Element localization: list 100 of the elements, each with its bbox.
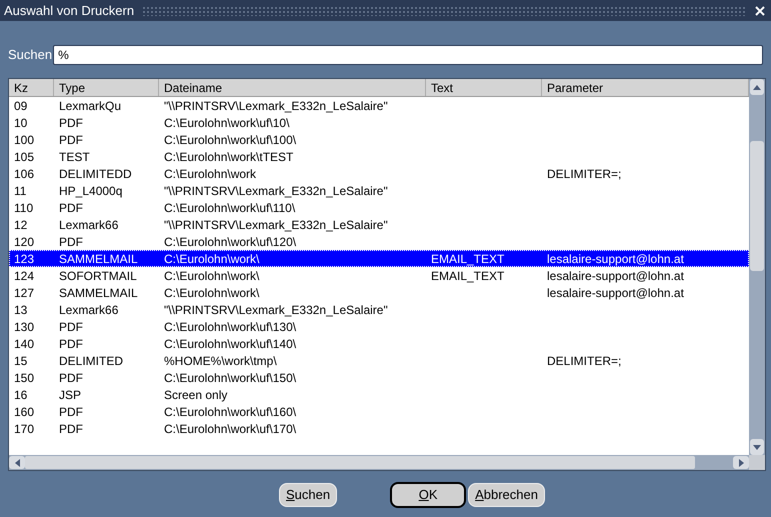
table-cell: EMAIL_TEXT bbox=[431, 252, 504, 266]
table-cell: 100 bbox=[14, 132, 34, 146]
table-cell: C:\Eurolohn\work\tTEST bbox=[164, 150, 294, 164]
table-row[interactable]: 16 JSP Screen only bbox=[9, 386, 749, 403]
table-cell: 10 bbox=[14, 116, 28, 130]
table-cell: DELIMITED bbox=[59, 354, 124, 368]
table-row[interactable]: 130 PDF C:\Eurolohn\work\uf\130\ bbox=[9, 318, 749, 335]
table-cell: lesalaire-support@lohn.at bbox=[547, 268, 684, 282]
close-icon bbox=[755, 6, 765, 16]
table-cell: 170 bbox=[14, 422, 34, 436]
column-header[interactable]: Type bbox=[54, 79, 159, 96]
vertical-scrollbar[interactable] bbox=[749, 79, 765, 455]
table-cell: 120 bbox=[14, 234, 34, 248]
scroll-right-button[interactable] bbox=[733, 456, 749, 469]
table-cell: 124 bbox=[14, 268, 34, 282]
horizontal-scrollbar[interactable] bbox=[9, 455, 749, 470]
table-row[interactable]: 140 PDF C:\Eurolohn\work\uf\140\ bbox=[9, 335, 749, 352]
table-cell: C:\Eurolohn\work\uf\130\ bbox=[164, 320, 296, 334]
table-cell: C:\Eurolohn\work\uf\110\ bbox=[164, 200, 296, 214]
table-row[interactable]: 120 PDF C:\Eurolohn\work\uf\120\ bbox=[9, 233, 749, 250]
table-cell: C:\Eurolohn\work\uf\120\ bbox=[164, 234, 296, 248]
table-cell: 160 bbox=[14, 404, 34, 418]
left-arrow-icon bbox=[14, 458, 20, 466]
table-cell: SAMMELMAIL bbox=[59, 286, 138, 300]
table-cell: C:\Eurolohn\work\uf\160\ bbox=[164, 404, 296, 418]
table-cell: HP_L4000q bbox=[59, 184, 122, 198]
table-row[interactable]: 11 HP_L4000q "\\PRINTSRV\Lexmark_E332n_LeSalaire" bbox=[9, 182, 749, 199]
down-arrow-icon bbox=[753, 444, 761, 450]
table-cell: Screen only bbox=[164, 388, 228, 402]
window-title: Auswahl von Druckern bbox=[4, 2, 134, 20]
table-row[interactable]: 106 DELIMITEDD C:\Eurolohn\work DELIMITER=; bbox=[9, 165, 749, 182]
close-button[interactable] bbox=[753, 4, 767, 18]
table-row[interactable]: 13 Lexmark66 "\\PRINTSRV\Lexmark_E332n_LeSalaire" bbox=[9, 301, 749, 318]
table-cell: DELIMITEDD bbox=[59, 166, 132, 180]
table-row[interactable]: 170 PDF C:\Eurolohn\work\uf\170\ bbox=[9, 420, 749, 437]
table-cell: C:\Eurolohn\work\uf\140\ bbox=[164, 336, 296, 350]
table-cell: SAMMELMAIL bbox=[59, 252, 138, 266]
table-cell: C:\Eurolohn\work\ bbox=[164, 286, 260, 300]
table-cell: 130 bbox=[14, 320, 34, 334]
scroll-down-button[interactable] bbox=[750, 439, 764, 455]
horizontal-scroll-thumb[interactable] bbox=[25, 456, 695, 469]
table-cell: lesalaire-support@lohn.at bbox=[547, 286, 684, 300]
table-cell: %HOME%\work\tmp\ bbox=[164, 354, 277, 368]
table-cell: "\\PRINTSRV\Lexmark_E332n_LeSalaire" bbox=[164, 184, 388, 198]
table-cell: PDF bbox=[59, 234, 83, 248]
table-cell: Lexmark66 bbox=[59, 302, 118, 316]
table-cell: SOFORTMAIL bbox=[59, 268, 137, 282]
table-cell: PDF bbox=[59, 200, 83, 214]
table-row[interactable]: 123 SAMMELMAIL C:\Eurolohn\work\ EMAIL_TEXT lesalaire-support@lohn.at bbox=[9, 250, 749, 267]
table-cell: PDF bbox=[59, 320, 83, 334]
dialog-button[interactable]: Suchen bbox=[279, 483, 338, 507]
table-cell: PDF bbox=[59, 370, 83, 384]
table-cell: PDF bbox=[59, 336, 83, 350]
table-row[interactable]: 110 PDF C:\Eurolohn\work\uf\110\ bbox=[9, 199, 749, 216]
table-cell: DELIMITER=; bbox=[547, 166, 622, 180]
table-row[interactable]: 160 PDF C:\Eurolohn\work\uf\160\ bbox=[9, 403, 749, 420]
table-cell: 13 bbox=[14, 302, 28, 316]
table-cell: 106 bbox=[14, 166, 34, 180]
table-row[interactable]: 100 PDF C:\Eurolohn\work\uf\100\ bbox=[9, 131, 749, 148]
table-cell: C:\Eurolohn\work\uf\10\ bbox=[164, 116, 290, 130]
scroll-left-button[interactable] bbox=[9, 456, 25, 469]
table-row[interactable]: 10 PDF C:\Eurolohn\work\uf\10\ bbox=[9, 114, 749, 131]
table-cell: JSP bbox=[59, 388, 82, 402]
table-row[interactable]: 15 DELIMITED %HOME%\work\tmp\ DELIMITER=; bbox=[9, 352, 749, 369]
search-field[interactable]: % bbox=[53, 45, 763, 65]
table-cell: PDF bbox=[59, 132, 83, 146]
table-cell: LexmarkQu bbox=[59, 98, 122, 112]
column-header[interactable]: Kz bbox=[9, 79, 54, 96]
table-cell: 110 bbox=[14, 200, 34, 214]
table-row[interactable]: 127 SAMMELMAIL C:\Eurolohn\work\ lesalaire-support@lohn.at bbox=[9, 284, 749, 301]
table-cell: C:\Eurolohn\work\uf\170\ bbox=[164, 422, 296, 436]
table-cell: C:\Eurolohn\work\ bbox=[164, 268, 260, 282]
column-header[interactable]: Text bbox=[426, 79, 542, 96]
scroll-up-button[interactable] bbox=[750, 79, 764, 95]
table-cell: 105 bbox=[14, 150, 34, 164]
table-cell: 127 bbox=[14, 286, 34, 300]
table-cell: TEST bbox=[59, 150, 90, 164]
table-cell: PDF bbox=[59, 422, 83, 436]
table-cell: 11 bbox=[14, 184, 26, 198]
table-cell: C:\Eurolohn\work\uf\100\ bbox=[164, 132, 296, 146]
table-cell: PDF bbox=[59, 116, 83, 130]
table-cell: 123 bbox=[14, 252, 34, 266]
table-cell: "\\PRINTSRV\Lexmark_E332n_LeSalaire" bbox=[164, 98, 388, 112]
dialog-button[interactable]: Abbrechen bbox=[468, 483, 545, 507]
table-cell: "\\PRINTSRV\Lexmark_E332n_LeSalaire" bbox=[164, 218, 388, 232]
table-row[interactable]: 105 TEST C:\Eurolohn\work\tTEST bbox=[9, 148, 749, 165]
scroll-thumb[interactable] bbox=[750, 141, 764, 271]
table-row[interactable]: 09 LexmarkQu "\\PRINTSRV\Lexmark_E332n_LeSalaire" bbox=[9, 97, 749, 114]
dialog-button[interactable]: OK bbox=[390, 482, 466, 508]
table-cell: EMAIL_TEXT bbox=[431, 268, 504, 282]
table-cell: lesalaire-support@lohn.at bbox=[547, 252, 684, 266]
table-cell: 09 bbox=[14, 98, 28, 112]
table-row[interactable]: 150 PDF C:\Eurolohn\work\uf\150\ bbox=[9, 369, 749, 386]
table-cell: 12 bbox=[14, 218, 28, 232]
table-cell: 15 bbox=[14, 354, 28, 368]
table-cell: PDF bbox=[59, 404, 83, 418]
table-row[interactable]: 12 Lexmark66 "\\PRINTSRV\Lexmark_E332n_LeSalaire" bbox=[9, 216, 749, 233]
table-cell: Lexmark66 bbox=[59, 218, 118, 232]
table-row[interactable]: 124 SOFORTMAIL C:\Eurolohn\work\ EMAIL_TEXT lesalaire-support@lohn.at bbox=[9, 267, 749, 284]
column-header[interactable]: Dateiname bbox=[159, 79, 426, 96]
